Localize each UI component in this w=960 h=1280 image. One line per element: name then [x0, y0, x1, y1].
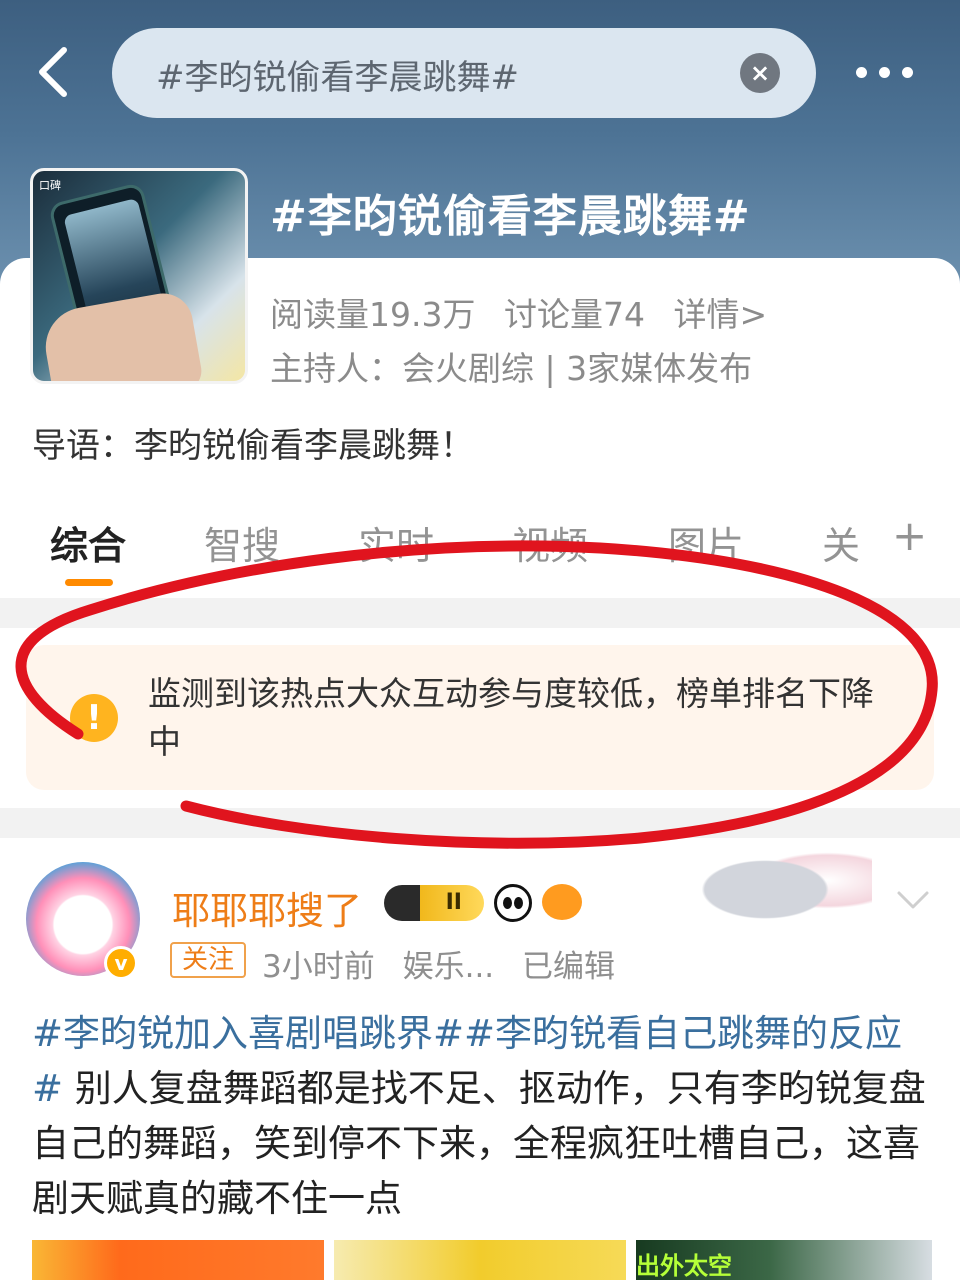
more-options-button[interactable]: [856, 56, 920, 88]
username[interactable]: 耶耶耶搜了: [172, 880, 362, 935]
section-divider: [0, 598, 960, 628]
thumbnail-caption: 口碑: [39, 179, 61, 192]
post-source[interactable]: 娱乐...: [403, 949, 495, 985]
post-image[interactable]: [32, 1240, 324, 1280]
tab-images[interactable]: 图片: [668, 515, 744, 570]
tab-bar: 综合 智搜 实时 视频 图片 关 +: [0, 511, 960, 585]
verified-badge-icon: v: [104, 946, 138, 980]
notice-text: 监测到该热点大众互动参与度较低，榜单排名下降中: [148, 674, 874, 761]
back-button[interactable]: [30, 42, 80, 102]
post-image[interactable]: [334, 1240, 626, 1280]
add-tab-button[interactable]: +: [892, 511, 927, 560]
topic-stats: 阅读量19.3万 讨论量74 详情>: [270, 288, 785, 336]
pufferfish-icon: [542, 884, 582, 920]
mouse-sticker-icon: [694, 840, 872, 930]
topic-host[interactable]: 主持人：会火剧综 | 3家媒体发布: [270, 342, 752, 390]
warning-icon: !: [70, 694, 118, 742]
discussion-count: 讨论量74: [503, 295, 645, 334]
edited-label: 已编辑: [522, 949, 616, 985]
topic-title: #李昀锐偷看李晨跳舞#: [270, 191, 751, 242]
chevron-left-icon: [39, 47, 67, 97]
close-icon[interactable]: ×: [740, 53, 780, 93]
panda-icon: [494, 884, 532, 922]
tab-comprehensive[interactable]: 综合: [50, 515, 126, 570]
tab-video[interactable]: 视频: [512, 515, 588, 570]
post-time: 3小时前: [262, 949, 375, 985]
section-divider: [0, 808, 960, 838]
crown-level-badge-icon: II: [384, 885, 484, 921]
follow-label: 关注: [170, 942, 247, 978]
image-caption: 出外太空: [636, 1252, 732, 1280]
post-body-text: 别人复盘舞蹈都是找不足、抠动作，只有李昀锐复盘自己的舞蹈，笑到停不下来，全程疯狂…: [32, 1067, 926, 1220]
tab-follow[interactable]: 关: [822, 515, 860, 570]
post-text[interactable]: #李昀锐加入喜剧唱跳界##李昀锐看自己跳舞的反应# 别人复盘舞蹈都是找不足、抠动…: [32, 1006, 932, 1226]
search-input[interactable]: #李昀锐偷看李晨跳舞#: [156, 50, 519, 99]
tab-smart-search[interactable]: 智搜: [204, 515, 280, 570]
read-count: 阅读量19.3万: [270, 295, 476, 334]
active-tab-indicator: [65, 579, 113, 586]
topic-thumbnail[interactable]: 口碑: [30, 168, 248, 384]
topic-intro: 导语：李昀锐偷看李晨跳舞！: [32, 426, 474, 466]
hashtag-link[interactable]: #李昀锐加入喜剧唱跳界#: [32, 1012, 464, 1055]
chevron-down-icon[interactable]: [896, 888, 930, 912]
tab-realtime[interactable]: 实时: [358, 515, 434, 570]
post-meta: 3小时前 娱乐... 已编辑: [262, 941, 633, 986]
search-bar[interactable]: #李昀锐偷看李晨跳舞# ×: [112, 28, 816, 118]
details-link[interactable]: 详情>: [673, 295, 767, 334]
